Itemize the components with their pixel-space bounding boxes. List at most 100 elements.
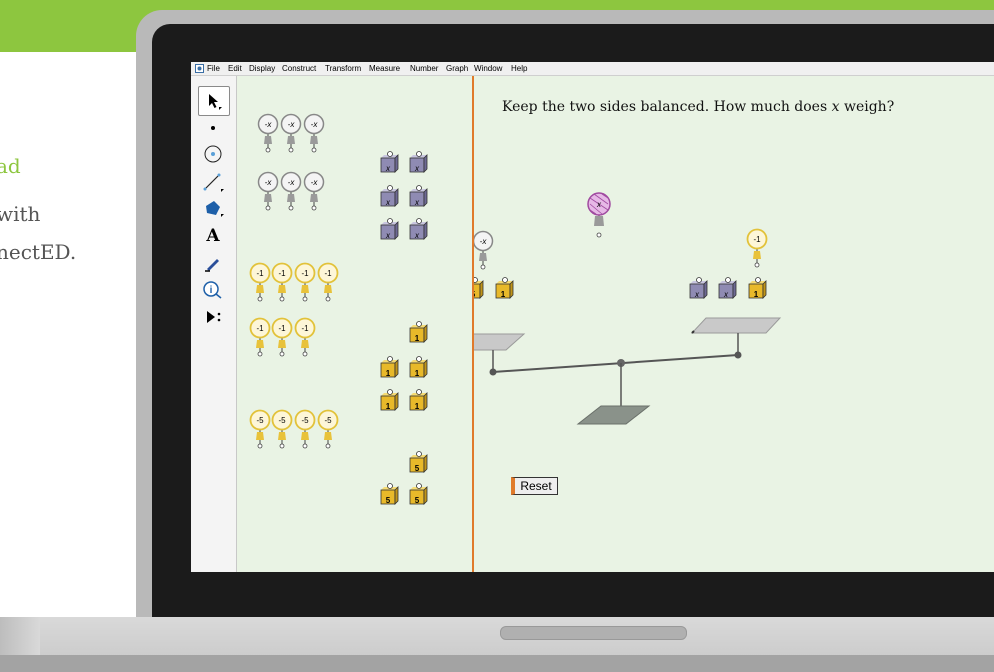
balloon-label: -1 xyxy=(256,269,264,278)
weight-x[interactable]: x xyxy=(409,185,428,208)
balloon-neg-1[interactable]: -1 xyxy=(294,317,316,357)
balloon-label: -x xyxy=(288,120,296,129)
palette-area: -x -x -x -x -x -x x x x x x x -1 -1 -1 -… xyxy=(249,113,428,506)
balloon-neg-1[interactable]: -1 xyxy=(317,262,339,302)
menu-edit[interactable]: Edit xyxy=(228,64,242,73)
promo-panel: ad with nectED. xyxy=(0,52,151,617)
left-weight-5[interactable]: 5 xyxy=(474,277,484,300)
custom-tool[interactable] xyxy=(198,303,228,331)
weight-x[interactable]: x xyxy=(380,185,399,208)
pen-icon xyxy=(205,259,219,272)
sketchpad-window: File Edit Display Construct Transform Me… xyxy=(191,62,994,572)
weight-5[interactable]: 5 xyxy=(409,451,428,474)
balloon-neg-1[interactable]: -1 xyxy=(249,317,271,357)
balloon-neg-1[interactable]: -1 xyxy=(294,262,316,302)
weight-1[interactable]: 1 xyxy=(380,389,399,412)
balloon-neg-x[interactable]: -x xyxy=(280,113,302,153)
balloon-label: -x xyxy=(311,120,319,129)
balloon-label: -1 xyxy=(324,269,332,278)
hovering-balloon-x[interactable]: x xyxy=(587,192,611,238)
text-tool-glyph: A xyxy=(206,226,220,246)
weight-label: 1 xyxy=(386,369,391,378)
svg-text:i: i xyxy=(210,285,213,296)
balloon-neg-5[interactable]: -5 xyxy=(317,409,339,449)
balloon-label: -5 xyxy=(256,416,264,425)
weight-label: 1 xyxy=(386,402,391,411)
text-tool[interactable]: A xyxy=(198,222,228,250)
compass-tool[interactable] xyxy=(198,140,228,168)
promo-line-1: ad xyxy=(0,154,21,178)
arrow-select-tool[interactable] xyxy=(198,86,230,116)
weight-x[interactable]: x xyxy=(409,218,428,241)
balloon-neg-1[interactable]: -1 xyxy=(249,262,271,302)
right-weight-label: 1 xyxy=(754,290,759,299)
balloon-neg-1[interactable]: -1 xyxy=(271,317,293,357)
balloon-label: -x xyxy=(265,120,273,129)
info-icon: i xyxy=(203,281,222,299)
balloon-label: -5 xyxy=(324,416,332,425)
menu-construct[interactable]: Construct xyxy=(282,64,316,73)
right-weight-x[interactable]: x xyxy=(718,277,737,300)
menu-display[interactable]: Display xyxy=(249,64,275,73)
weight-x[interactable]: x xyxy=(380,151,399,174)
menu-window[interactable]: Window xyxy=(474,64,502,73)
weight-5[interactable]: 5 xyxy=(380,483,399,506)
weight-label: 5 xyxy=(386,496,391,505)
right-weight-1[interactable]: 1 xyxy=(748,277,767,300)
menu-measure[interactable]: Measure xyxy=(369,64,400,73)
balloon-neg-x[interactable]: -x xyxy=(303,171,325,211)
weight-label: 1 xyxy=(415,402,420,411)
balloon-label: -1 xyxy=(278,269,286,278)
weight-label: 5 xyxy=(415,464,420,473)
weight-5[interactable]: 5 xyxy=(409,483,428,506)
menu-help[interactable]: Help xyxy=(511,64,527,73)
balance-base xyxy=(576,405,651,425)
laptop-base-shadow xyxy=(0,655,994,672)
promo-line-2: with xyxy=(0,202,41,226)
balloon-neg-1[interactable]: -1 xyxy=(271,262,293,302)
balloon-neg-5[interactable]: -5 xyxy=(271,409,293,449)
balloon-label: -1 xyxy=(256,324,264,333)
balloon-label: -x xyxy=(311,178,319,187)
information-tool[interactable]: i xyxy=(198,276,228,304)
play-icon xyxy=(207,311,221,323)
menu-number[interactable]: Number xyxy=(410,64,438,73)
right-pan xyxy=(690,317,782,355)
balloon-label: -x xyxy=(288,178,296,187)
menu-file[interactable]: File xyxy=(207,64,220,73)
balloon-label: -x xyxy=(265,178,273,187)
left-balloon-label: -x xyxy=(480,237,488,246)
menu-transform[interactable]: Transform xyxy=(325,64,361,73)
balloon-neg-x[interactable]: -x xyxy=(280,171,302,211)
balloon-neg-5[interactable]: -5 xyxy=(249,409,271,449)
weight-x[interactable]: x xyxy=(380,218,399,241)
weight-1[interactable]: 1 xyxy=(409,389,428,412)
balloon-label: -5 xyxy=(301,416,309,425)
point-tool[interactable] xyxy=(198,114,228,142)
right-balloon-neg-1[interactable]: -1 xyxy=(746,228,768,268)
app-icon[interactable] xyxy=(195,64,204,73)
polygon-icon xyxy=(206,201,224,217)
polygon-tool[interactable] xyxy=(198,194,228,222)
left-balloon-neg-x[interactable]: -x xyxy=(474,230,494,270)
promo-line-3: nectED. xyxy=(0,240,77,264)
weight-1[interactable]: 1 xyxy=(380,356,399,379)
balloon-neg-5[interactable]: -5 xyxy=(294,409,316,449)
weight-1[interactable]: 1 xyxy=(409,356,428,379)
balloon-neg-x[interactable]: -x xyxy=(257,113,279,153)
reset-button[interactable]: Reset xyxy=(511,477,558,495)
weight-x[interactable]: x xyxy=(409,151,428,174)
left-weight-1[interactable]: 1 xyxy=(495,277,514,300)
marker-tool[interactable] xyxy=(198,249,228,277)
weight-1[interactable]: 1 xyxy=(409,321,428,344)
balloon-neg-x[interactable]: -x xyxy=(303,113,325,153)
right-weight-x[interactable]: x xyxy=(689,277,708,300)
laptop-trackpad-notch xyxy=(500,626,687,640)
menu-graph[interactable]: Graph xyxy=(446,64,468,73)
weight-label: 1 xyxy=(415,334,420,343)
balloon-label: -1 xyxy=(301,324,309,333)
straightedge-tool[interactable] xyxy=(198,168,228,196)
weight-label: 1 xyxy=(415,369,420,378)
balloon-neg-x[interactable]: -x xyxy=(257,171,279,211)
balloon-label: -1 xyxy=(278,324,286,333)
